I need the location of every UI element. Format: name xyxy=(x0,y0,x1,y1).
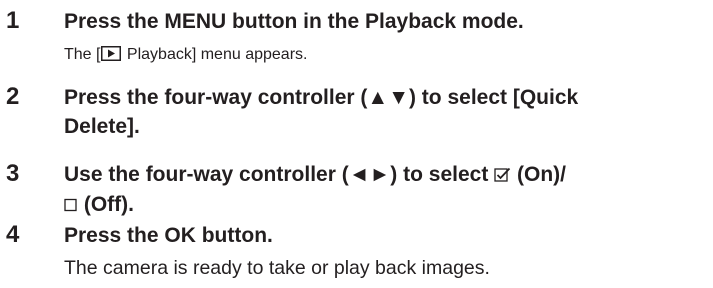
step-number: 3 xyxy=(6,160,20,187)
step-number: 2 xyxy=(6,83,20,110)
playback-icon xyxy=(101,46,122,68)
step-title: Press the OK button. xyxy=(64,224,273,247)
step-description: The camera is ready to take or play back… xyxy=(64,257,490,279)
step-number: 1 xyxy=(6,7,20,34)
checkbox-checked-icon xyxy=(494,161,511,190)
step-title: Press the four-way controller (▲▼) to se… xyxy=(64,86,579,138)
step-number: 4 xyxy=(6,221,20,248)
step-description: The [ Playback] menu appears. xyxy=(64,44,704,68)
step-title: Press the MENU button in the Playback mo… xyxy=(64,10,524,33)
step-title: Use the four-way controller (◄►) to sele… xyxy=(64,160,704,220)
checkbox-empty-icon xyxy=(64,191,78,220)
